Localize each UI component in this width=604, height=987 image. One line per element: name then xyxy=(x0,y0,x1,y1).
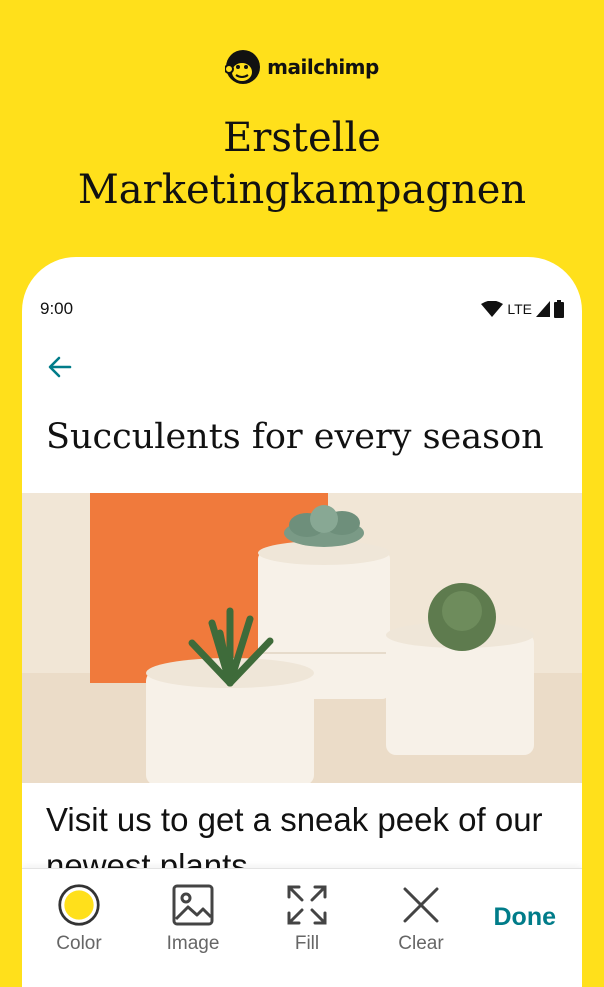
image-icon xyxy=(172,884,214,926)
campaign-title[interactable]: Succulents for every season xyxy=(46,417,544,457)
status-bar: 9:00 LTE xyxy=(40,297,564,321)
headline: Erstelle Marketingkampagnen xyxy=(0,112,604,216)
clear-label: Clear xyxy=(398,933,444,954)
status-icons: LTE xyxy=(481,300,564,318)
battery-icon xyxy=(554,300,564,318)
freddie-chimp-icon xyxy=(225,50,261,84)
color-button[interactable]: Color xyxy=(22,869,136,955)
fill-label: Fill xyxy=(294,933,320,954)
succulent-photo[interactable] xyxy=(22,493,582,783)
phone-mockup: 9:00 LTE Succulents for every season Vis… xyxy=(22,257,582,987)
color-circle-icon xyxy=(58,884,100,926)
color-label: Color xyxy=(56,933,102,954)
logo-text: mailchimp xyxy=(267,55,379,79)
edit-toolbar: Color Image Fill Clear Done xyxy=(22,868,582,987)
fill-expand-icon xyxy=(287,885,327,925)
headline-line-2: Marketingkampagnen xyxy=(77,167,527,213)
signal-icon xyxy=(536,301,550,317)
image-button[interactable]: Image xyxy=(136,869,250,955)
clear-button[interactable]: Clear xyxy=(364,869,478,955)
mailchimp-logo: mailchimp xyxy=(0,47,604,87)
headline-line-1: Erstelle xyxy=(223,115,381,161)
back-arrow-icon[interactable] xyxy=(44,351,76,383)
fill-button[interactable]: Fill xyxy=(250,869,364,955)
status-time: 9:00 xyxy=(40,299,74,318)
clear-x-icon xyxy=(403,887,439,923)
wifi-icon xyxy=(481,301,504,317)
image-label: Image xyxy=(166,933,220,954)
done-button[interactable]: Done xyxy=(494,903,557,932)
network-label: LTE xyxy=(507,301,532,317)
